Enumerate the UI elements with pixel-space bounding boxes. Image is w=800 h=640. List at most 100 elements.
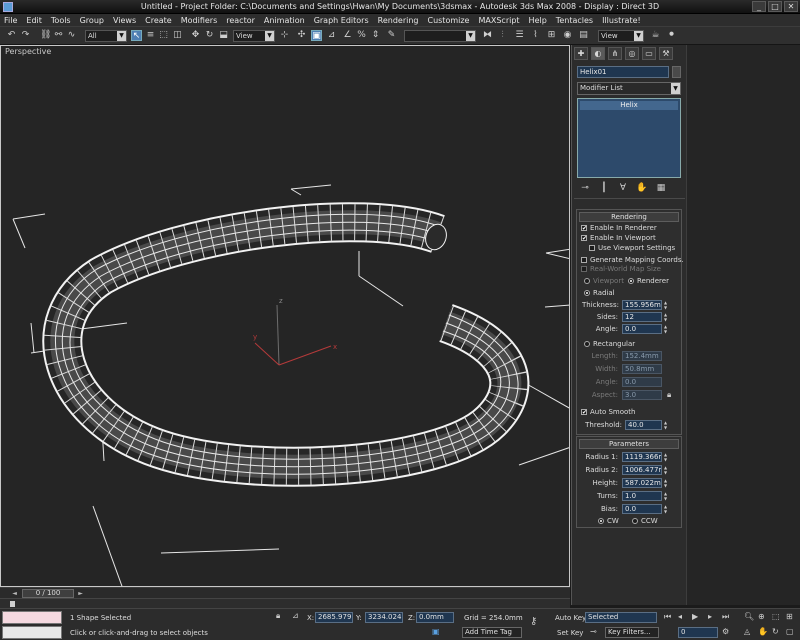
maximize-viewport-icon[interactable]: ▢ <box>786 627 794 637</box>
mirror-icon[interactable]: ⧓ <box>482 30 493 41</box>
viewport-radio[interactable]: Viewport <box>584 277 624 285</box>
time-slider-thumb[interactable]: 0 / 100 <box>22 589 74 598</box>
spinner-arrows-icon[interactable]: ▲ ▼ <box>663 465 668 475</box>
height-spinner[interactable]: 587.022mm <box>622 478 662 488</box>
menu-group[interactable]: Group <box>80 16 104 25</box>
select-object-icon[interactable]: ↖ <box>131 30 142 41</box>
spinner-arrows-icon[interactable]: ▲ ▼ <box>663 491 668 501</box>
window-crossing-icon[interactable]: ◫ <box>172 30 183 41</box>
track-bar[interactable] <box>0 598 570 608</box>
remove-modifier-icon[interactable]: ✋ <box>636 183 648 194</box>
width-spinner[interactable]: 50.8mm <box>622 364 662 374</box>
edit-named-selections-icon[interactable]: ✎ <box>386 30 397 41</box>
field-of-view-icon[interactable]: ◬ <box>744 627 750 637</box>
time-slider[interactable]: ◄ 0 / 100 ► <box>0 587 570 598</box>
previous-frame-icon[interactable]: ◂ <box>678 612 682 622</box>
next-frame-icon[interactable]: ▸ <box>708 612 712 622</box>
set-key-button[interactable]: Set Key <box>557 629 583 637</box>
menu-create[interactable]: Create <box>145 16 172 25</box>
select-scale-icon[interactable]: ⬓ <box>218 30 229 41</box>
angle-snap-icon[interactable]: ∠ <box>342 30 353 41</box>
reference-coordinate-dropdown[interactable]: View ▼ <box>233 30 275 42</box>
select-by-name-icon[interactable]: ≡ <box>145 30 156 41</box>
menu-views[interactable]: Views <box>113 16 136 25</box>
modifier-list-dropdown[interactable]: Modifier List ▼ <box>577 82 681 95</box>
radial-radio[interactable]: Radial <box>584 289 615 297</box>
key-filters-button[interactable]: Key Filters... <box>605 627 659 638</box>
aspect-spinner[interactable]: 3.0 <box>622 390 662 400</box>
menu-illustrate[interactable]: Illustrate! <box>602 16 641 25</box>
render-setup-icon[interactable]: ▤ <box>578 30 589 41</box>
sides-spinner[interactable]: 12 <box>622 312 662 322</box>
unlink-icon[interactable]: ⚯ <box>53 30 64 41</box>
maxscript-listener-input[interactable] <box>2 626 62 639</box>
keyboard-shortcut-override-icon[interactable]: ▣ <box>311 30 322 41</box>
material-editor-icon[interactable]: ◉ <box>562 30 573 41</box>
bias-spinner[interactable]: 0.0 <box>622 504 662 514</box>
menu-customize[interactable]: Customize <box>427 16 469 25</box>
spinner-arrows-icon[interactable]: ▲ ▼ <box>663 452 668 462</box>
undo-icon[interactable]: ↶ <box>6 30 17 41</box>
select-rotate-icon[interactable]: ↻ <box>204 30 215 41</box>
real-world-map-size-checkbox[interactable]: Real-World Map Size <box>581 265 661 273</box>
object-name-field[interactable]: Helix01 <box>577 66 669 78</box>
generate-mapping-coords-checkbox[interactable]: Generate Mapping Coords. <box>581 256 684 264</box>
named-selection-sets-dropdown[interactable]: ▼ <box>404 30 476 42</box>
add-time-tag[interactable]: Add Time Tag <box>462 627 522 638</box>
zoom-extents-all-icon[interactable]: ⊞ <box>786 612 793 622</box>
spinner-arrows-icon[interactable]: ▲ ▼ <box>663 504 668 514</box>
key-filter-icon[interactable]: ⊸ <box>590 627 597 637</box>
display-tab-icon[interactable]: ▭ <box>642 47 656 60</box>
pivot-center-icon[interactable]: ⊹ <box>279 30 290 41</box>
zoom-extents-icon[interactable]: ⬚ <box>772 612 780 622</box>
thickness-spinner[interactable]: 155.956mm <box>622 300 662 310</box>
spinner-arrows-icon[interactable]: ▲ ▼ <box>663 478 668 488</box>
hierarchy-tab-icon[interactable]: ⋔ <box>608 47 622 60</box>
menu-graph-editors[interactable]: Graph Editors <box>314 16 369 25</box>
auto-key-button[interactable]: Auto Key <box>555 614 586 622</box>
modify-tab-icon[interactable]: ◐ <box>591 47 605 60</box>
bind-space-warp-icon[interactable]: ∿ <box>66 30 77 41</box>
menu-modifiers[interactable]: Modifiers <box>181 16 218 25</box>
pan-icon[interactable]: ✋ <box>758 627 768 637</box>
viewport-scene[interactable]: z x y <box>1 46 570 587</box>
viewport-label[interactable]: Perspective <box>5 47 51 56</box>
ccw-radio[interactable]: CCW <box>632 517 658 525</box>
utilities-tab-icon[interactable]: ⚒ <box>659 47 673 60</box>
cw-radio[interactable]: CW <box>598 517 619 525</box>
rendering-rollout-header[interactable]: Rendering <box>579 212 679 222</box>
object-color-swatch[interactable] <box>672 66 681 78</box>
configure-modifier-sets-icon[interactable]: ▦ <box>655 183 667 194</box>
spinner-arrows-icon[interactable]: ▲ ▼ <box>663 312 668 322</box>
selection-filter-dropdown[interactable]: All ▼ <box>85 30 127 42</box>
menu-help[interactable]: Help <box>529 16 547 25</box>
length-spinner[interactable]: 152.4mm <box>622 351 662 361</box>
stack-item-helix[interactable]: Helix <box>580 101 678 110</box>
layer-manager-icon[interactable]: ☰ <box>514 30 525 41</box>
go-to-end-icon[interactable]: ⏭︎ <box>722 612 729 622</box>
menu-rendering[interactable]: Rendering <box>378 16 419 25</box>
auto-smooth-checkbox[interactable]: ✔ Auto Smooth <box>581 408 636 416</box>
select-move-icon[interactable]: ✥ <box>190 30 201 41</box>
select-link-icon[interactable]: ⛓ <box>40 30 51 41</box>
play-icon[interactable]: ▶︎ <box>692 612 698 622</box>
key-icon[interactable]: ⚷ <box>530 617 537 627</box>
radius1-spinner[interactable]: 1119.366mm <box>622 452 662 462</box>
renderer-radio[interactable]: Renderer <box>628 277 669 285</box>
parameters-rollout-header[interactable]: Parameters <box>579 439 679 449</box>
menu-reactor[interactable]: reactor <box>226 16 255 25</box>
angle-spinner[interactable]: 0.0 <box>622 324 662 334</box>
spinner-snap-icon[interactable]: ⇕ <box>370 30 381 41</box>
time-configuration-icon[interactable]: ⚙ <box>722 627 729 637</box>
align-icon[interactable]: ⫶ <box>497 30 508 41</box>
rectangular-radio[interactable]: Rectangular <box>584 340 635 348</box>
render-view-dropdown[interactable]: View ▼ <box>598 30 644 42</box>
maxscript-listener-output[interactable] <box>2 611 62 624</box>
lock-icon[interactable]: 🔒︎ <box>667 390 671 400</box>
snaps-toggle-icon[interactable]: ⊿ <box>326 30 337 41</box>
manipulate-icon[interactable]: ✣ <box>296 30 307 41</box>
key-marker[interactable] <box>10 601 15 607</box>
close-button[interactable]: ✕ <box>784 1 798 12</box>
go-to-start-icon[interactable]: ⏮︎ <box>664 612 671 622</box>
box-icon[interactable]: ▣ <box>432 627 440 637</box>
